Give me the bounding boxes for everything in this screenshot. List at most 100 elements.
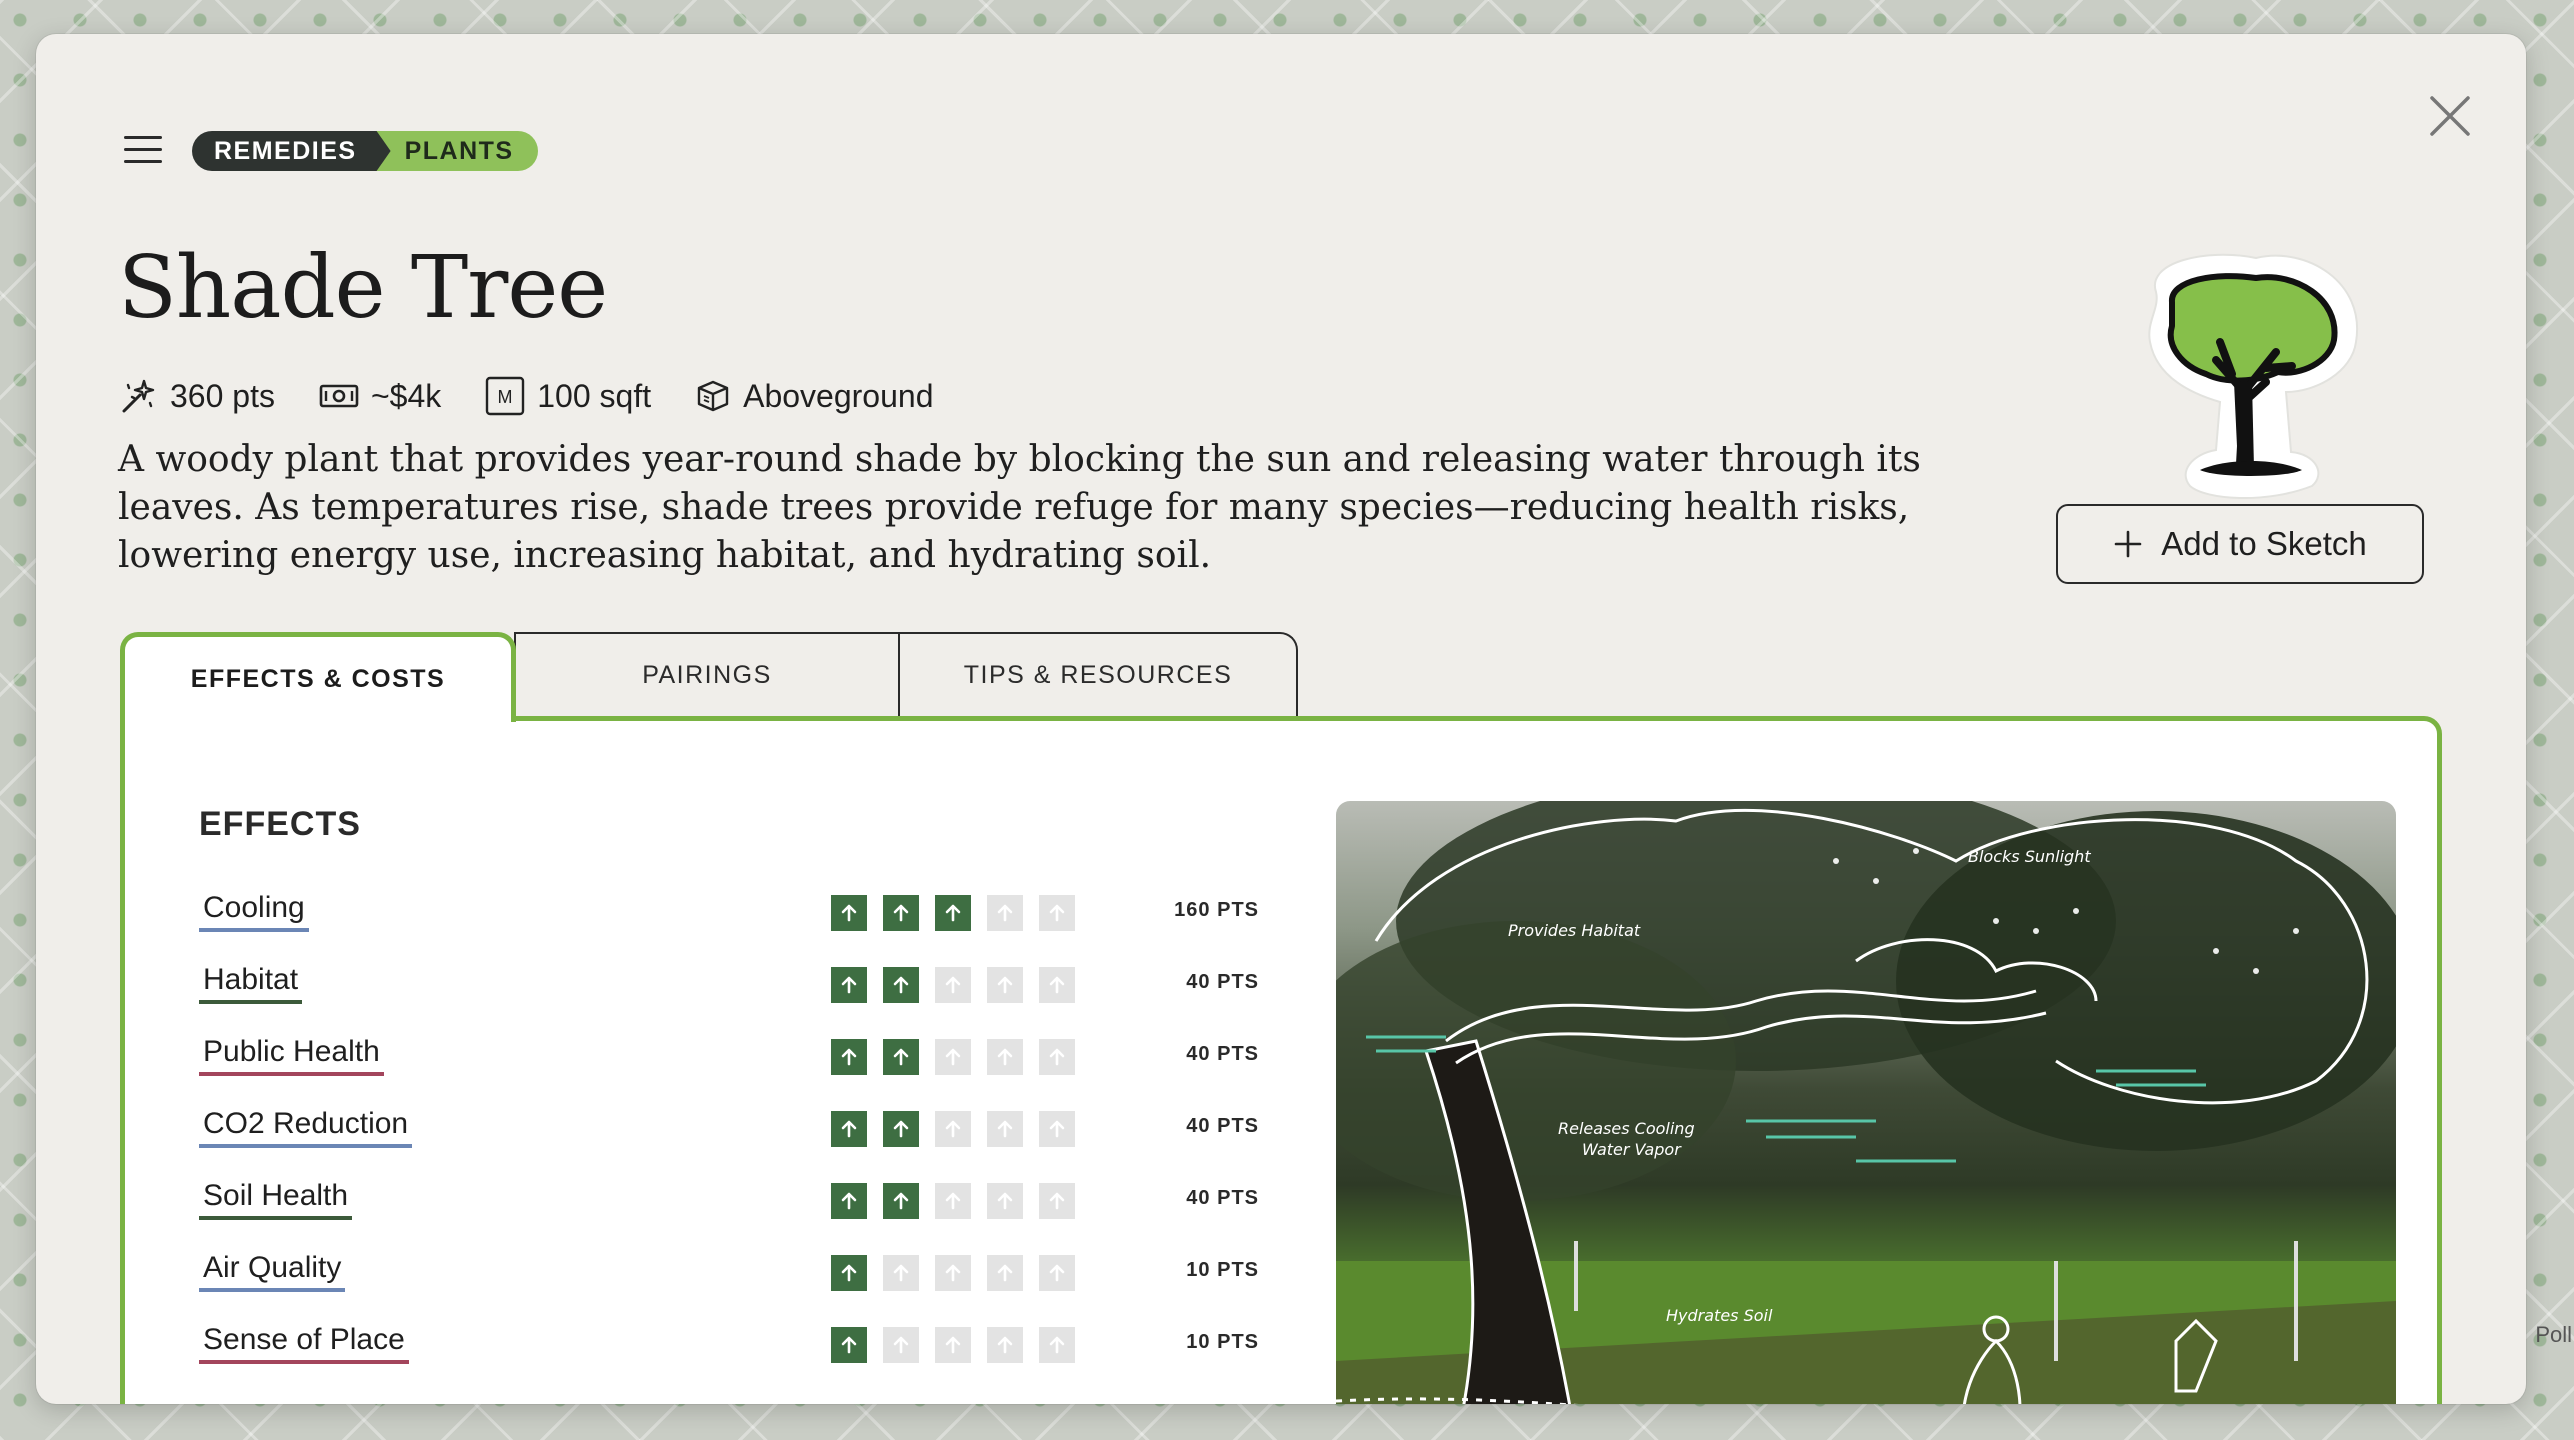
arrow-up-icon xyxy=(1039,967,1075,1003)
arrow-up-icon xyxy=(831,1111,867,1147)
effect-label[interactable]: Sense of Place xyxy=(199,1322,409,1364)
effect-label[interactable]: Soil Health xyxy=(199,1178,353,1220)
arrow-up-icon xyxy=(987,967,1023,1003)
effect-level-indicator xyxy=(831,895,1075,931)
add-to-sketch-label: Add to Sketch xyxy=(2161,525,2367,562)
shade-tree-sticker-icon xyxy=(2116,242,2376,502)
effects-list: Cooling 160 PTS Habitat 40 PTS Public Health… xyxy=(199,875,1259,1379)
description: A woody plant that provides year-round s… xyxy=(118,439,1921,576)
hamburger-menu-icon[interactable] xyxy=(124,136,162,166)
effect-level-indicator xyxy=(831,1255,1075,1291)
effect-label[interactable]: CO2 Reduction xyxy=(199,1106,413,1148)
arrow-up-icon xyxy=(935,1327,971,1363)
area-meta: M 100 sqft xyxy=(485,376,651,416)
tab-bar: EFFECTS & COSTS PAIRINGS TIPS & RESOURCE… xyxy=(120,632,1298,722)
arrow-up-icon xyxy=(883,1183,919,1219)
label-water-vapor: Water Vapor xyxy=(1582,1140,1681,1159)
arrow-up-icon xyxy=(987,895,1023,931)
effect-row: Public Health 40 PTS xyxy=(199,1019,1259,1091)
effect-points: 40 PTS xyxy=(1186,1115,1259,1137)
effects-costs-panel: EFFECTS Cooling 160 PTS Habitat 40 PTS Publi… xyxy=(120,716,2442,1404)
effect-row: CO2 Reduction 40 PTS xyxy=(199,1091,1259,1163)
size-badge-icon: M xyxy=(486,376,525,416)
arrow-up-icon xyxy=(883,1255,919,1291)
effect-label[interactable]: Public Health xyxy=(199,1034,384,1076)
arrow-up-icon xyxy=(935,895,971,931)
close-icon[interactable] xyxy=(2426,92,2474,140)
points-meta: 360 pts xyxy=(120,377,275,415)
meta-row: 360 pts ~$4k M 100 sqft Aboveground xyxy=(120,376,933,416)
arrow-up-icon xyxy=(1039,895,1075,931)
tab-pairings[interactable]: PAIRINGS xyxy=(514,632,900,716)
arrow-up-icon xyxy=(883,1327,919,1363)
arrow-up-icon xyxy=(987,1255,1023,1291)
arrow-up-icon xyxy=(987,1327,1023,1363)
tab-tips-resources[interactable]: TIPS & RESOURCES xyxy=(898,632,1298,716)
arrow-up-icon xyxy=(1039,1327,1075,1363)
arrow-up-icon xyxy=(883,1039,919,1075)
effect-level-indicator xyxy=(831,1183,1075,1219)
effect-row: Cooling 160 PTS xyxy=(199,875,1259,947)
arrow-up-icon xyxy=(987,1039,1023,1075)
arrow-up-icon xyxy=(1039,1255,1075,1291)
arrow-up-icon xyxy=(935,1255,971,1291)
sparkle-wand-icon xyxy=(122,379,155,413)
label-hydrates-soil: Hydrates Soil xyxy=(1666,1306,1773,1325)
label-provides-habitat: Provides Habitat xyxy=(1508,921,1641,940)
effect-level-indicator xyxy=(831,967,1075,1003)
breadcrumb-plants[interactable]: PLANTS xyxy=(374,131,538,171)
shade-tree-illustration-photo: Blocks Sunlight Provides Habitat Release… xyxy=(1336,801,2396,1404)
effect-points: 160 PTS xyxy=(1174,899,1259,921)
plus-icon xyxy=(2114,530,2142,558)
cost-meta: ~$4k xyxy=(319,378,441,415)
arrow-up-icon xyxy=(883,895,919,931)
arrow-up-icon xyxy=(831,1327,867,1363)
size-badge-letter: M xyxy=(498,387,513,407)
money-bill-icon xyxy=(319,384,359,408)
label-blocks-sunlight: Blocks Sunlight xyxy=(1968,847,2091,866)
breadcrumb: REMEDIES PLANTS xyxy=(192,131,538,171)
arrow-up-icon xyxy=(935,1111,971,1147)
effect-row: Sense of Place 10 PTS xyxy=(199,1307,1259,1379)
arrow-up-icon xyxy=(831,1255,867,1291)
effect-label[interactable]: Cooling xyxy=(199,890,309,932)
tab-effects-costs[interactable]: EFFECTS & COSTS xyxy=(120,632,516,722)
effect-label[interactable]: Air Quality xyxy=(199,1250,346,1292)
effect-label[interactable]: Habitat xyxy=(199,962,303,1004)
cube-aboveground-icon xyxy=(697,380,729,412)
arrow-up-icon xyxy=(883,967,919,1003)
effect-row: Habitat 40 PTS xyxy=(199,947,1259,1019)
arrow-up-icon xyxy=(1039,1183,1075,1219)
effect-points: 40 PTS xyxy=(1186,971,1259,993)
breadcrumb-remedies[interactable]: REMEDIES xyxy=(192,131,391,171)
effect-level-indicator xyxy=(831,1111,1075,1147)
arrow-up-icon xyxy=(831,895,867,931)
arrow-up-icon xyxy=(831,1039,867,1075)
effect-points: 40 PTS xyxy=(1186,1187,1259,1209)
area-value: 100 sqft xyxy=(537,377,652,414)
effect-row: Soil Health 40 PTS xyxy=(199,1163,1259,1235)
placement-value: Aboveground xyxy=(743,377,934,414)
arrow-up-icon xyxy=(1039,1111,1075,1147)
effect-points: 10 PTS xyxy=(1186,1259,1259,1281)
effect-level-indicator xyxy=(831,1039,1075,1075)
add-to-sketch-button[interactable]: Add to Sketch xyxy=(2056,504,2424,584)
effect-points: 10 PTS xyxy=(1186,1331,1259,1353)
cost-value: ~$4k xyxy=(370,377,442,414)
map-label: Poll xyxy=(2535,1322,2572,1347)
effects-heading: EFFECTS xyxy=(199,805,361,843)
arrow-up-icon xyxy=(935,1183,971,1219)
label-releases-cooling: Releases Cooling xyxy=(1558,1119,1695,1138)
points-value: 360 pts xyxy=(170,377,275,414)
effect-level-indicator xyxy=(831,1327,1075,1363)
arrow-up-icon xyxy=(831,967,867,1003)
arrow-up-icon xyxy=(1039,1039,1075,1075)
placement-meta: Aboveground xyxy=(695,378,933,415)
effect-row: Air Quality 10 PTS xyxy=(199,1235,1259,1307)
arrow-up-icon xyxy=(883,1111,919,1147)
arrow-up-icon xyxy=(935,1039,971,1075)
arrow-up-icon xyxy=(987,1183,1023,1219)
arrow-up-icon xyxy=(935,967,971,1003)
arrow-up-icon xyxy=(831,1183,867,1219)
page-title: Shade Tree xyxy=(118,238,608,338)
